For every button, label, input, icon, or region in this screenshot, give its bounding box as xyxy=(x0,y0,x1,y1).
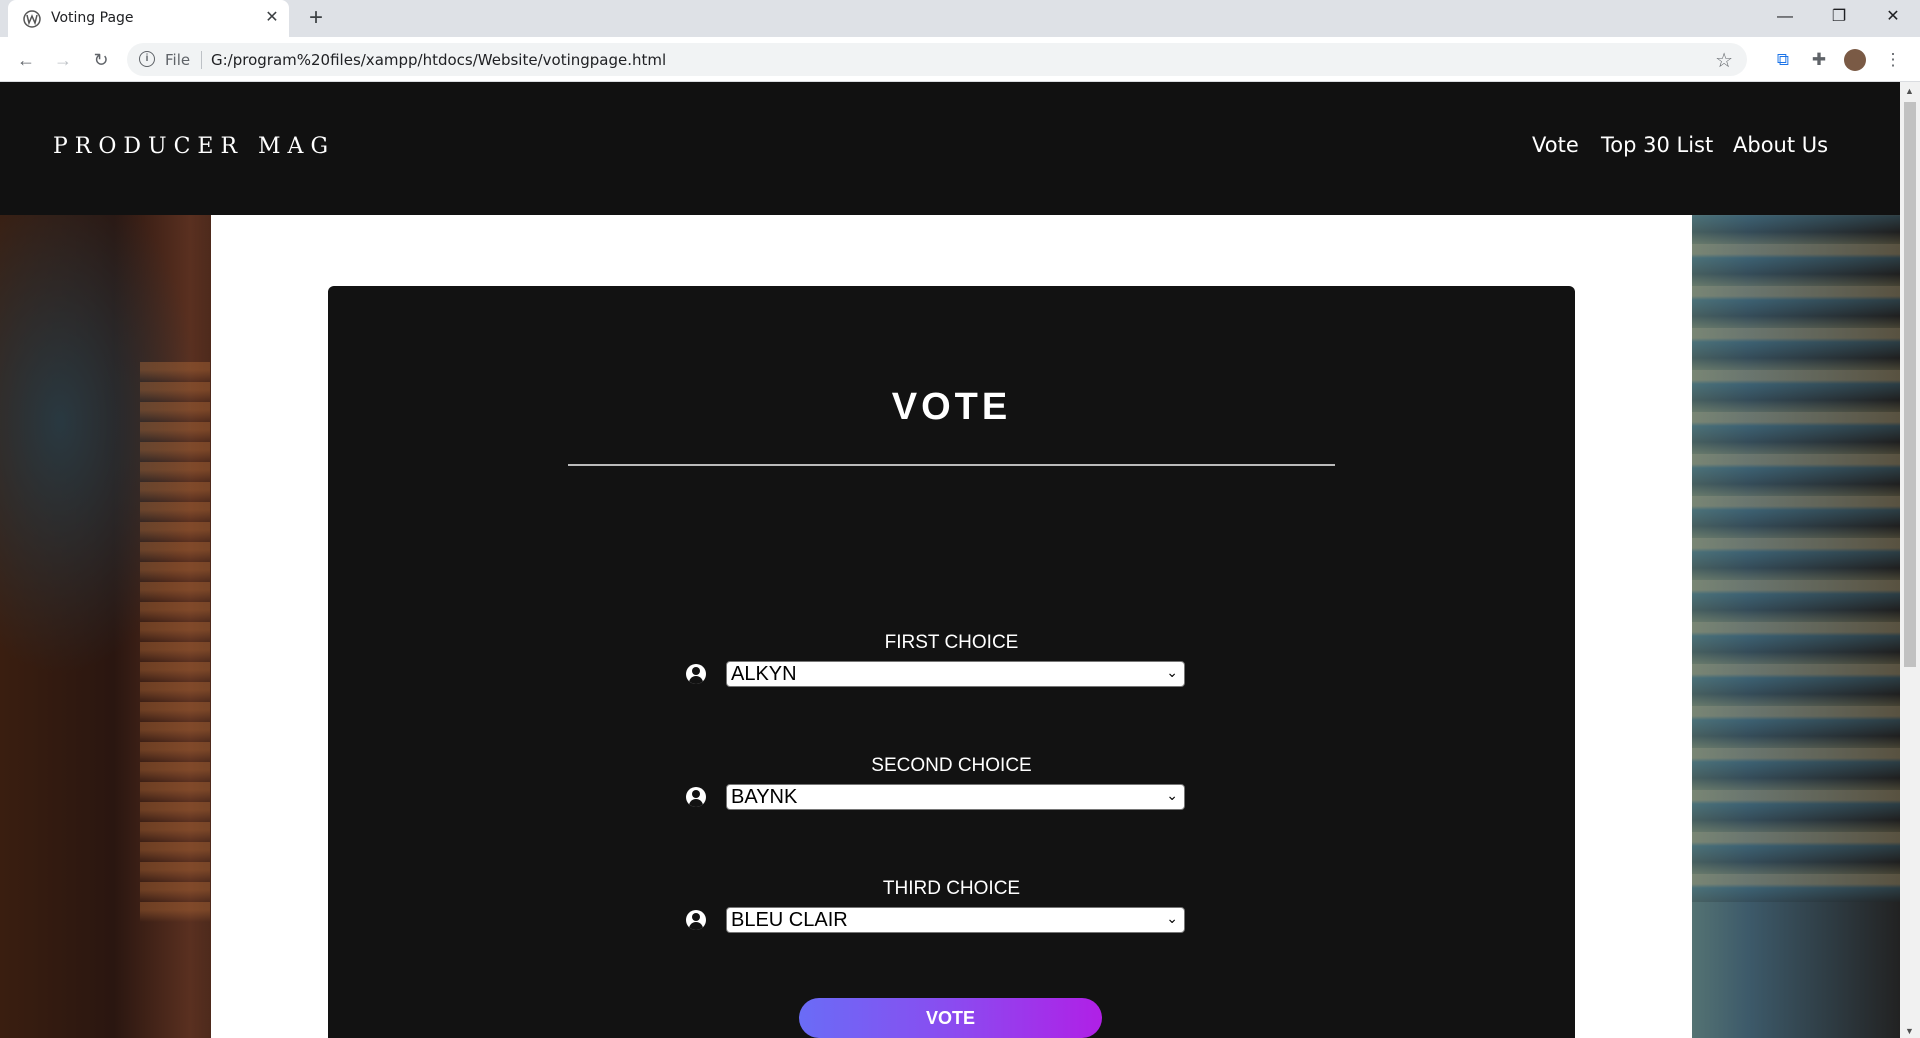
second-choice-label: SECOND CHOICE xyxy=(871,755,1032,776)
forward-arrow-icon[interactable]: → xyxy=(49,46,77,74)
profile-avatar[interactable] xyxy=(1844,49,1866,71)
browser-toolbar: ← → ↻ i File G:/program%20files/xampp/ht… xyxy=(0,37,1920,82)
file-label: File xyxy=(165,51,191,69)
scroll-up-icon[interactable]: ▲ xyxy=(1905,86,1914,96)
close-window-button[interactable]: ✕ xyxy=(1870,0,1916,34)
third-choice-select[interactable]: BLEU CLAIR ⌄ xyxy=(726,907,1185,933)
page-viewport: PRODUCER MAG Vote Top 30 List About Us V… xyxy=(0,82,1920,1038)
url-text[interactable]: G:/program%20files/xampp/htdocs/Website/… xyxy=(211,51,666,69)
browser-tab[interactable]: Voting Page ✕ xyxy=(8,0,289,37)
background-decor-right xyxy=(1692,202,1900,902)
user-icon xyxy=(686,910,706,930)
chevron-down-icon: ⌄ xyxy=(1166,910,1178,926)
second-choice-select[interactable]: BAYNK ⌄ xyxy=(726,784,1185,810)
scroll-down-icon[interactable]: ▼ xyxy=(1905,1026,1914,1036)
tab-close-icon[interactable]: ✕ xyxy=(262,8,282,28)
background-decor-left xyxy=(140,362,210,922)
third-choice-value: BLEU CLAIR xyxy=(731,909,848,931)
tab-title: Voting Page xyxy=(51,10,134,26)
first-choice-select[interactable]: ALKYN ⌄ xyxy=(726,661,1185,687)
page-scrollbar[interactable]: ▲ ▼ xyxy=(1900,82,1920,1038)
scrollbar-thumb[interactable] xyxy=(1904,102,1916,667)
vote-submit-button[interactable]: VOTE xyxy=(799,998,1102,1038)
translate-extension-icon[interactable]: ⧉ xyxy=(1772,49,1794,71)
bookmark-star-icon[interactable]: ☆ xyxy=(1715,48,1733,73)
new-tab-button[interactable]: + xyxy=(304,6,328,31)
vote-form-card: VOTE FIRST CHOICE ALKYN ⌄ SECOND CHOICE … xyxy=(328,286,1575,1038)
second-choice-value: BAYNK xyxy=(731,786,798,808)
minimize-button[interactable]: — xyxy=(1762,0,1808,34)
nav-link-vote[interactable]: Vote xyxy=(1532,133,1579,157)
site-brand[interactable]: PRODUCER MAG xyxy=(53,134,335,159)
address-separator xyxy=(201,51,202,69)
site-favicon-icon xyxy=(23,10,41,28)
site-header: PRODUCER MAG Vote Top 30 List About Us xyxy=(0,82,1900,215)
restore-button[interactable]: ❐ xyxy=(1816,0,1862,34)
nav-link-about[interactable]: About Us xyxy=(1733,133,1828,157)
extensions-puzzle-icon[interactable]: ✚ xyxy=(1808,49,1830,71)
third-choice-label: THIRD CHOICE xyxy=(882,878,1021,899)
chevron-down-icon: ⌄ xyxy=(1166,787,1178,803)
browser-tab-strip: Voting Page ✕ + — ❐ ✕ xyxy=(0,0,1920,37)
first-choice-label: FIRST CHOICE xyxy=(884,632,1019,653)
reload-icon[interactable]: ↻ xyxy=(87,46,115,74)
first-choice-value: ALKYN xyxy=(731,663,797,685)
vote-title: VOTE xyxy=(891,386,1012,428)
info-icon[interactable]: i xyxy=(139,51,155,67)
user-icon xyxy=(686,664,706,684)
chevron-down-icon: ⌄ xyxy=(1166,664,1178,680)
nav-link-top30[interactable]: Top 30 List xyxy=(1601,133,1713,157)
address-bar[interactable]: i File G:/program%20files/xampp/htdocs/W… xyxy=(127,43,1747,76)
title-divider xyxy=(568,464,1335,466)
back-arrow-icon[interactable]: ← xyxy=(12,46,40,74)
menu-kebab-icon[interactable]: ⋮ xyxy=(1882,49,1904,71)
user-icon xyxy=(686,787,706,807)
